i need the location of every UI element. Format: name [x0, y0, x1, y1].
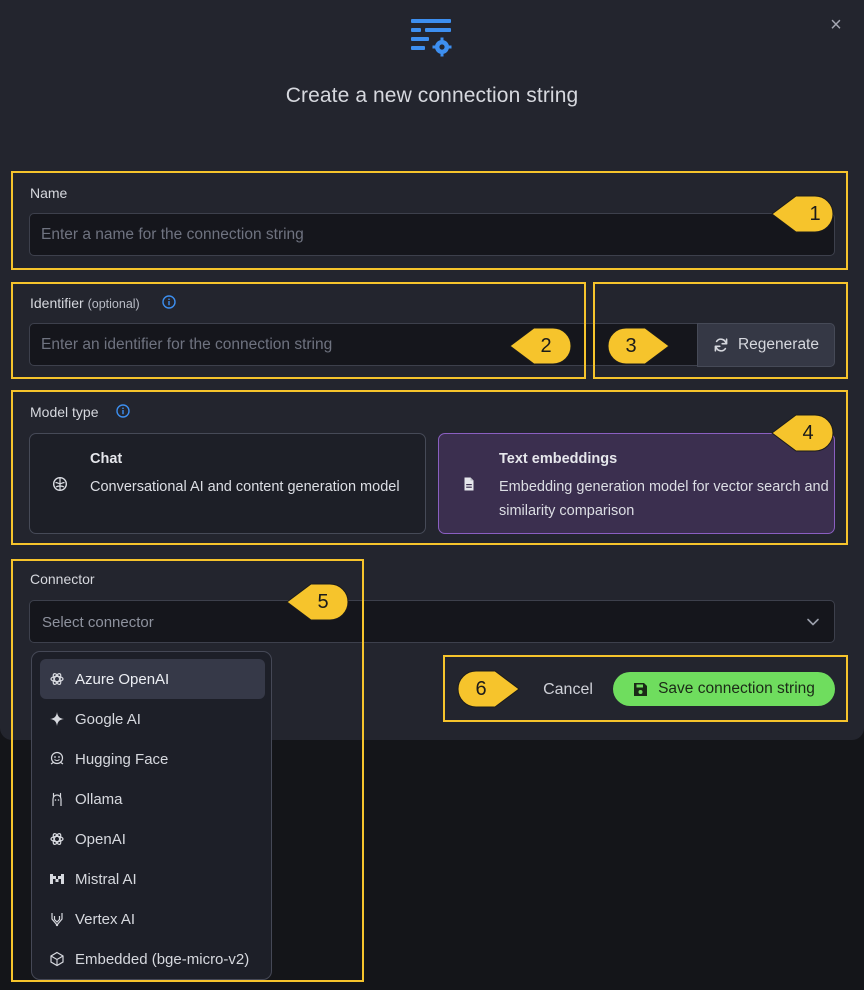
annotation-badge-2: 2 — [508, 325, 574, 367]
annotation-box-name — [11, 171, 848, 270]
annotation-badge-3: 3 — [605, 325, 671, 367]
modal-title: Create a new connection string — [285, 84, 579, 107]
connection-settings-icon — [411, 19, 452, 57]
chevron-down-icon — [807, 618, 819, 626]
annotation-badge-4: 4 — [770, 412, 836, 454]
modal-header: × Create a new connection string — [0, 0, 864, 132]
annotation-box-model-type — [11, 390, 848, 545]
annotation-badge-5: 5 — [285, 581, 351, 623]
annotation-badge-1: 1 — [770, 193, 836, 235]
annotation-box-identifier — [11, 282, 586, 379]
close-icon[interactable]: × — [826, 14, 846, 36]
annotation-badge-6: 6 — [455, 668, 521, 710]
